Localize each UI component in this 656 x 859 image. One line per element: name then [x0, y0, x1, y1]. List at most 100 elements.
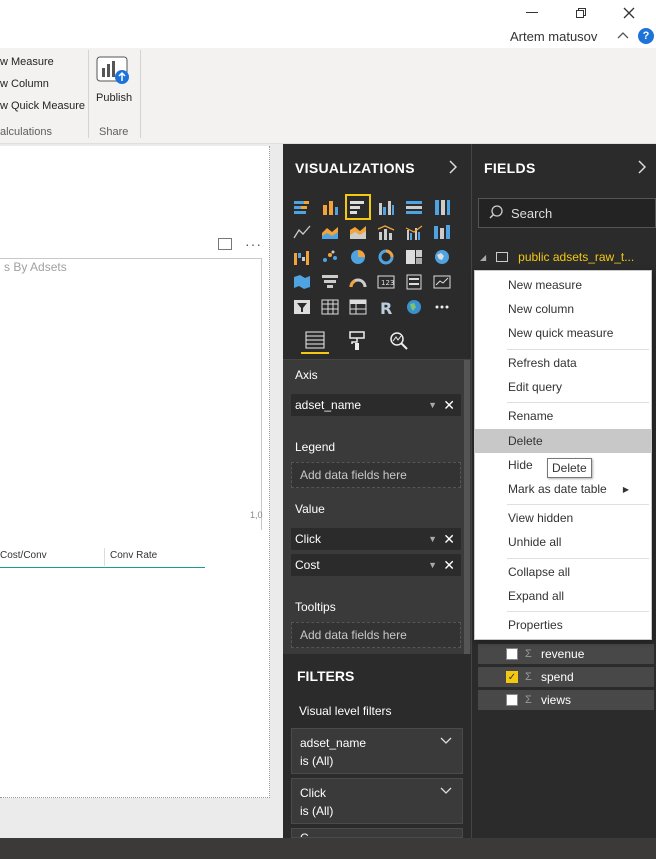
line-clustered-icon[interactable]: [403, 221, 425, 243]
gauge-icon[interactable]: [347, 271, 369, 293]
filter-card[interactable]: C: [291, 828, 463, 838]
table-icon[interactable]: [319, 296, 341, 318]
pie-icon[interactable]: [347, 246, 369, 268]
table-node[interactable]: ◢ public adsets_raw_t...: [480, 248, 656, 266]
menu-item-new-quick-measure[interactable]: New quick measure: [475, 321, 651, 345]
analytics-magnifier-icon[interactable]: [385, 328, 413, 354]
menu-item-collapse-all[interactable]: Collapse all: [475, 560, 651, 584]
treemap-icon[interactable]: [403, 246, 425, 268]
menu-item-expand-all[interactable]: Expand all: [475, 584, 651, 608]
kpi-icon[interactable]: [431, 271, 453, 293]
menu-item-unhide-all[interactable]: Unhide all: [475, 530, 651, 554]
user-name[interactable]: Artem matusov: [510, 29, 597, 44]
restore-icon[interactable]: [566, 2, 596, 24]
column-header-conv-rate[interactable]: Conv Rate: [110, 550, 157, 561]
fields-tab-icon[interactable]: [301, 328, 329, 354]
value-field-pill[interactable]: Click ▼ ✕: [291, 528, 461, 550]
tooltips-drop-zone[interactable]: Add data fields here: [291, 622, 461, 648]
menu-item-new-column[interactable]: New column: [475, 297, 651, 321]
wells-scrollbar[interactable]: [464, 360, 470, 654]
card-icon[interactable]: 123: [375, 271, 397, 293]
publish-icon[interactable]: [96, 56, 130, 86]
minimize-icon[interactable]: [517, 2, 547, 24]
menu-item-mark-as-date-table[interactable]: Mark as date table ▶: [475, 477, 651, 501]
matrix-icon[interactable]: [347, 296, 369, 318]
area-chart-icon[interactable]: [319, 221, 341, 243]
focus-mode-icon[interactable]: [218, 238, 232, 250]
remove-field-icon[interactable]: ✕: [443, 557, 455, 574]
ribbon-chart-icon[interactable]: [431, 221, 453, 243]
remove-field-icon[interactable]: ✕: [443, 531, 455, 548]
more-options-icon[interactable]: ···: [245, 236, 262, 252]
stacked-column-icon[interactable]: [319, 196, 341, 218]
chevron-down-icon[interactable]: ▼: [428, 560, 437, 570]
clustered-column-icon[interactable]: [375, 196, 397, 218]
fields-search-input[interactable]: Search: [478, 198, 656, 228]
menu-item-edit-query[interactable]: Edit query: [475, 375, 651, 399]
menu-item-refresh-data[interactable]: Refresh data: [475, 351, 651, 375]
chevron-down-icon[interactable]: ▼: [428, 534, 437, 544]
collapse-visualizations-icon[interactable]: [449, 160, 458, 177]
expand-triangle-icon[interactable]: ◢: [480, 253, 486, 262]
checkbox[interactable]: [506, 694, 518, 706]
field-wells: Axis adset_name ▼ ✕ Legend Add data fiel…: [283, 360, 471, 654]
new-measure-button[interactable]: w Measure: [0, 56, 54, 68]
stacked-area-icon[interactable]: [347, 221, 369, 243]
checkbox[interactable]: [506, 648, 518, 660]
close-icon[interactable]: [614, 2, 644, 24]
value-field-pill[interactable]: Cost ▼ ✕: [291, 554, 461, 576]
filters-title: FILTERS: [297, 668, 355, 684]
ribbon: w Measure w Column w Quick Measure alcul…: [0, 48, 656, 144]
axis-field-pill[interactable]: adset_name ▼ ✕: [291, 394, 461, 416]
legend-well-label: Legend: [295, 440, 336, 454]
r-visual-icon[interactable]: R: [375, 296, 397, 318]
bar-chart-visual[interactable]: [0, 258, 262, 530]
globe-icon[interactable]: [403, 296, 425, 318]
collapse-ribbon-icon[interactable]: [617, 28, 629, 42]
publish-button[interactable]: Publish: [96, 92, 132, 104]
menu-item-rename[interactable]: Rename: [475, 404, 651, 428]
donut-icon[interactable]: [375, 246, 397, 268]
scatter-icon[interactable]: [319, 246, 341, 268]
field-row[interactable]: Σ revenue: [478, 644, 654, 664]
map-icon[interactable]: [431, 246, 453, 268]
menu-item-new-measure[interactable]: New measure: [475, 273, 651, 297]
chevron-down-icon[interactable]: ▼: [428, 400, 437, 410]
chevron-down-icon[interactable]: [440, 783, 452, 801]
more-icon[interactable]: [431, 296, 453, 318]
filter-card[interactable]: Click is (All): [291, 778, 463, 824]
help-icon[interactable]: ?: [638, 28, 654, 44]
100-bar-icon[interactable]: [403, 196, 425, 218]
waterfall-icon[interactable]: [291, 246, 313, 268]
chevron-down-icon[interactable]: [440, 733, 452, 751]
calculations-group-label: alculations: [0, 126, 52, 138]
checkbox-checked[interactable]: ✓: [506, 671, 518, 683]
collapse-fields-icon[interactable]: [638, 160, 647, 177]
new-column-button[interactable]: w Column: [0, 78, 49, 90]
line-column-icon[interactable]: [375, 221, 397, 243]
menu-item-delete[interactable]: Delete: [475, 429, 651, 453]
line-chart-icon[interactable]: [291, 221, 313, 243]
filled-map-icon[interactable]: [291, 271, 313, 293]
menu-item-view-hidden[interactable]: View hidden: [475, 506, 651, 530]
field-row[interactable]: ✓ Σ spend: [478, 667, 654, 687]
slicer-icon[interactable]: [291, 296, 313, 318]
new-quick-measure-button[interactable]: w Quick Measure: [0, 100, 85, 112]
report-page[interactable]: ··· s By Adsets 1,0 Cost/Conv Conv Rate: [0, 146, 270, 798]
format-paint-roller-icon[interactable]: [343, 328, 371, 354]
remove-field-icon[interactable]: ✕: [443, 397, 455, 414]
legend-drop-zone[interactable]: Add data fields here: [291, 462, 461, 488]
100-column-icon[interactable]: [431, 196, 453, 218]
menu-separator: [507, 611, 649, 612]
stacked-bar-icon[interactable]: [291, 196, 313, 218]
menu-item-properties[interactable]: Properties: [475, 613, 651, 637]
table-visual-header: Cost/Conv Conv Rate: [0, 546, 205, 568]
column-header-cost-conv[interactable]: Cost/Conv: [0, 550, 47, 561]
filter-card[interactable]: adset_name is (All): [291, 728, 463, 774]
sigma-icon: Σ: [525, 671, 532, 683]
funnel-icon[interactable]: [319, 271, 341, 293]
multirow-card-icon[interactable]: [403, 271, 425, 293]
clustered-bar-icon[interactable]: [345, 194, 371, 220]
field-row[interactable]: Σ views: [478, 690, 654, 710]
delete-tooltip: Delete: [547, 458, 592, 478]
